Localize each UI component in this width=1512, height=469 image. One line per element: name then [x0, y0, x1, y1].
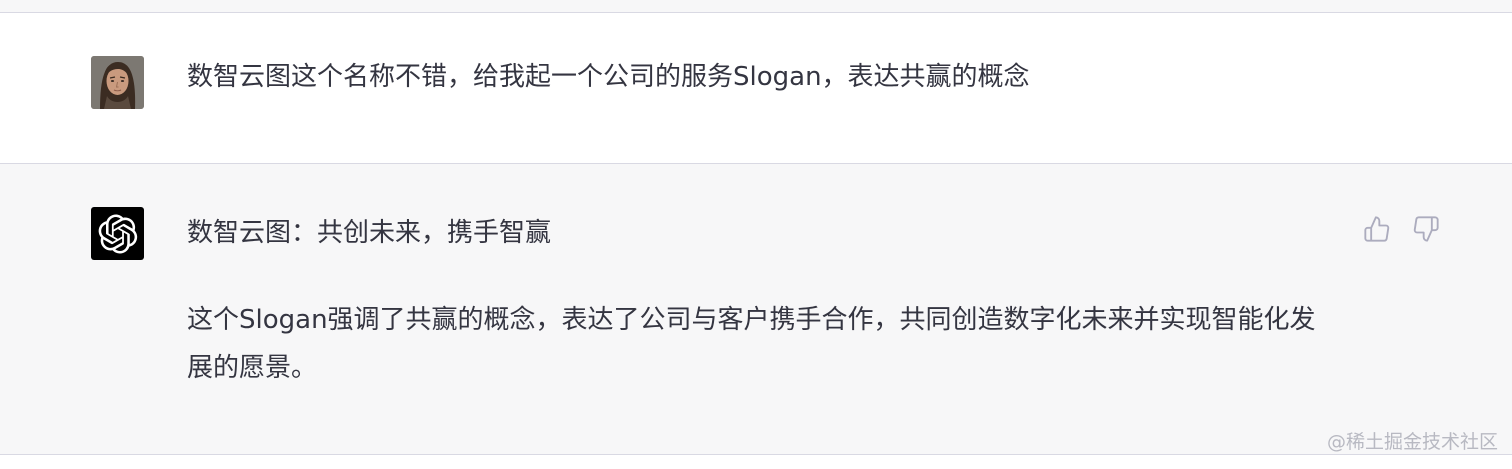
assistant-avatar: [91, 207, 144, 260]
user-avatar: [91, 56, 144, 109]
user-portrait-icon: [91, 56, 144, 109]
thumbs-down-icon: [1413, 216, 1439, 242]
top-divider: [0, 0, 1512, 13]
user-message-text: 数智云图这个名称不错，给我起一个公司的服务Slogan，表达共赢的概念: [187, 62, 1030, 92]
dislike-button[interactable]: [1411, 212, 1441, 246]
like-button[interactable]: [1362, 212, 1392, 246]
assistant-message: 数智云图：共创未来，携手智赢 这个Slogan强调了共赢的概念，表达了公司与客户…: [0, 164, 1512, 455]
assistant-reply-title: 数智云图：共创未来，携手智赢: [187, 218, 552, 248]
thumbs-up-icon: [1364, 216, 1390, 242]
user-message: 数智云图这个名称不错，给我起一个公司的服务Slogan，表达共赢的概念: [0, 13, 1512, 164]
openai-logo-icon: [98, 213, 137, 254]
bottom-area: [0, 455, 1512, 469]
assistant-reply-body: 这个Slogan强调了共赢的概念，表达了公司与客户携手合作，共同创造数字化未来并…: [187, 305, 1316, 383]
watermark-text: @稀土掘金技术社区: [1326, 431, 1498, 453]
